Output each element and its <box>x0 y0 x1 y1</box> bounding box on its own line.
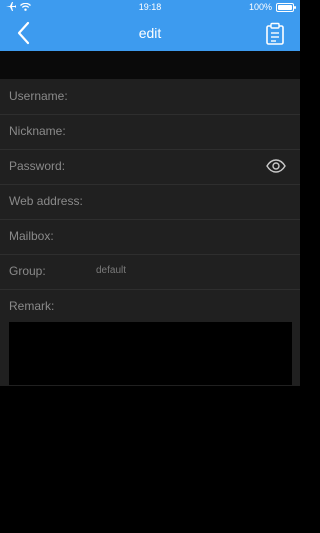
password-row[interactable]: Password: <box>0 149 300 185</box>
group-label: Group: <box>9 264 46 278</box>
group-value[interactable]: default <box>96 265 126 276</box>
top-bar: 19:18 100% edit <box>0 0 300 51</box>
mailbox-label: Mailbox: <box>9 229 54 243</box>
clipboard-button[interactable] <box>264 22 286 46</box>
remark-textarea[interactable] <box>9 322 292 385</box>
edit-form: Username: Nickname: Password: Web addres… <box>0 79 300 386</box>
clipboard-icon <box>266 22 284 45</box>
password-label: Password: <box>9 159 66 173</box>
group-row[interactable]: Group: default <box>0 254 300 290</box>
remark-label: Remark: <box>9 299 55 313</box>
web-address-row[interactable]: Web address: <box>0 184 300 220</box>
battery-percent: 100% <box>248 2 272 12</box>
toggle-password-visibility[interactable] <box>266 158 286 174</box>
page-title: edit <box>138 25 162 41</box>
status-bar: 19:18 100% <box>0 0 300 15</box>
battery-icon <box>276 2 296 12</box>
nickname-label: Nickname: <box>9 124 66 138</box>
username-label: Username: <box>9 89 68 103</box>
username-row[interactable]: Username: <box>0 79 300 115</box>
nickname-row[interactable]: Nickname: <box>0 114 300 150</box>
mailbox-row[interactable]: Mailbox: <box>0 219 300 255</box>
nav-bar: edit <box>0 15 300 51</box>
web-address-label: Web address: <box>9 194 83 208</box>
eye-icon <box>266 159 286 173</box>
header-spacer <box>0 51 300 79</box>
